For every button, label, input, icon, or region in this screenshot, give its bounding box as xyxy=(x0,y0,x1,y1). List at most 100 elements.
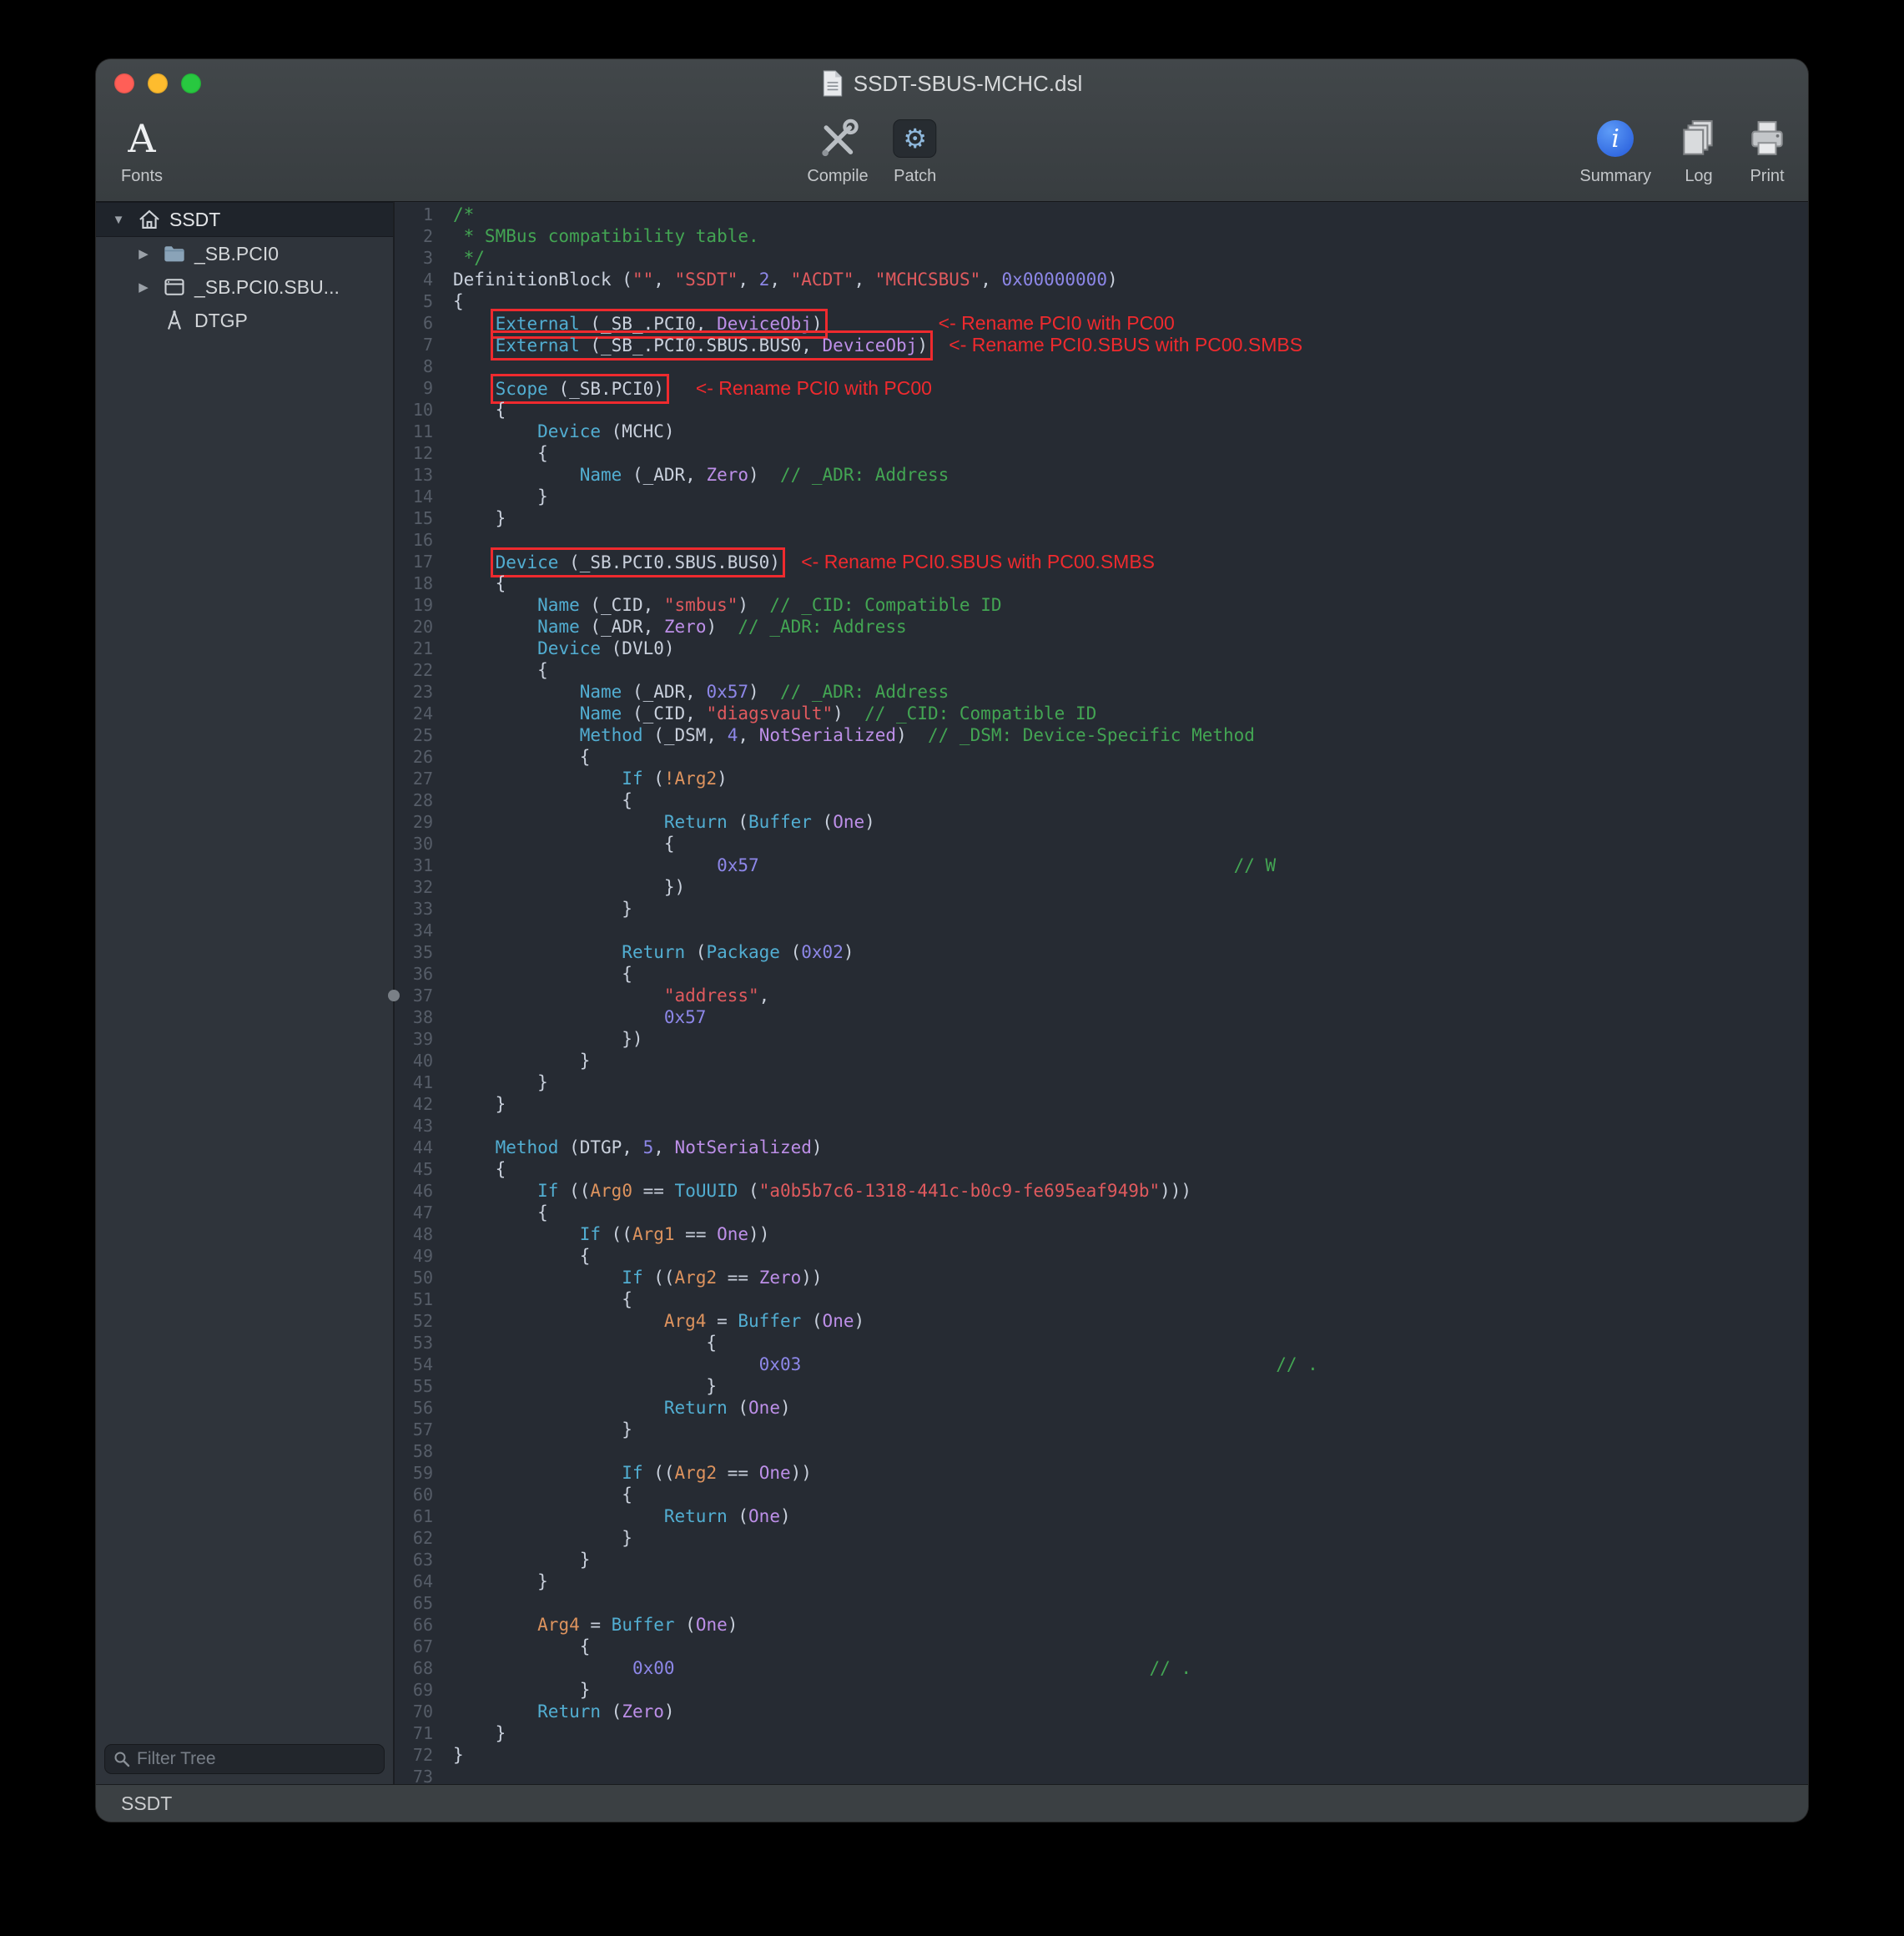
splitter-handle[interactable] xyxy=(388,990,400,1001)
code-line[interactable]: 7 External (_SB_.PCI0.SBUS.BUS0, DeviceO… xyxy=(395,334,1808,355)
code-line[interactable]: 8 xyxy=(395,355,1808,377)
code-line[interactable]: 42 } xyxy=(395,1093,1808,1115)
code-line[interactable]: 44 Method (DTGP, 5, NotSerialized) xyxy=(395,1137,1808,1158)
patch-button[interactable]: ⚙ Patch xyxy=(894,114,937,186)
code-line[interactable]: 1/* xyxy=(395,204,1808,225)
code-line[interactable]: 18 { xyxy=(395,572,1808,594)
code-line[interactable]: 70 Return (Zero) xyxy=(395,1701,1808,1722)
code-line[interactable]: 60 { xyxy=(395,1484,1808,1505)
code-line[interactable]: 4DefinitionBlock ("", "SSDT", 2, "ACDT",… xyxy=(395,269,1808,290)
code-line[interactable]: 14 } xyxy=(395,486,1808,507)
code-token: (_CID, xyxy=(580,595,664,615)
code-line[interactable]: 5{ xyxy=(395,290,1808,312)
code-line[interactable]: 10 { xyxy=(395,399,1808,421)
titlebar[interactable]: SSDT-SBUS-MCHC.dsl xyxy=(96,59,1808,108)
code-line[interactable]: 50 If ((Arg2 == Zero)) xyxy=(395,1267,1808,1288)
code-line[interactable]: 49 { xyxy=(395,1245,1808,1267)
code-text: { xyxy=(443,1202,548,1223)
sidebar-item-sb-pci0-sbu[interactable]: ▶_SB.PCI0.SBU... xyxy=(96,270,393,304)
code-line[interactable]: 43 xyxy=(395,1115,1808,1137)
code-line[interactable]: 2 * SMBus compatibility table. xyxy=(395,225,1808,247)
code-line[interactable]: 19 Name (_CID, "smbus") // _CID: Compati… xyxy=(395,594,1808,616)
code-line[interactable]: 66 Arg4 = Buffer (One) xyxy=(395,1614,1808,1636)
line-number: 61 xyxy=(395,1505,443,1527)
code-line[interactable]: 56 Return (One) xyxy=(395,1397,1808,1419)
sidebar-item-ssdt[interactable]: ▼SSDT xyxy=(96,202,393,237)
code-line[interactable]: 12 { xyxy=(395,442,1808,464)
code-line[interactable]: 72} xyxy=(395,1744,1808,1766)
code-line[interactable]: 32 }) xyxy=(395,876,1808,898)
code-token: Device xyxy=(537,638,601,658)
code-line[interactable]: 67 { xyxy=(395,1636,1808,1657)
code-line[interactable]: 22 { xyxy=(395,659,1808,681)
code-line[interactable]: 25 Method (_DSM, 4, NotSerialized) // _D… xyxy=(395,724,1808,746)
code-line[interactable]: 31 0x57 // W xyxy=(395,855,1808,876)
code-line[interactable]: 39 }) xyxy=(395,1028,1808,1050)
code-line[interactable]: 37 "address", xyxy=(395,985,1808,1006)
code-line[interactable]: 69 } xyxy=(395,1679,1808,1701)
sidebar-item-dtgp[interactable]: DTGP xyxy=(96,304,393,337)
code-line[interactable]: 30 { xyxy=(395,833,1808,855)
code-line[interactable]: 63 } xyxy=(395,1549,1808,1570)
code-line[interactable]: 52 Arg4 = Buffer (One) xyxy=(395,1310,1808,1332)
code-line[interactable]: 16 xyxy=(395,529,1808,551)
code-line[interactable]: 55 } xyxy=(395,1375,1808,1397)
compile-button[interactable]: Compile xyxy=(807,114,868,186)
code-line[interactable]: 35 Return (Package (0x02) xyxy=(395,941,1808,963)
code-line[interactable]: 27 If (!Arg2) xyxy=(395,768,1808,789)
code-token: Zero xyxy=(664,617,707,637)
code-line[interactable]: 24 Name (_CID, "diagsvault") // _CID: Co… xyxy=(395,703,1808,724)
code-line[interactable]: 46 If ((Arg0 == ToUUID ("a0b5b7c6-1318-4… xyxy=(395,1180,1808,1202)
code-token: } xyxy=(453,1094,506,1114)
code-token: == xyxy=(717,1463,759,1483)
chevron-right-icon[interactable]: ▶ xyxy=(133,280,154,295)
code-line[interactable]: 13 Name (_ADR, Zero) // _ADR: Address xyxy=(395,464,1808,486)
chevron-right-icon[interactable]: ▶ xyxy=(133,246,154,261)
code-line[interactable]: 9 Scope (_SB.PCI0) <- Rename PCI0 with P… xyxy=(395,377,1808,399)
code-line[interactable]: 23 Name (_ADR, 0x57) // _ADR: Address xyxy=(395,681,1808,703)
sidebar-item-sb-pci0[interactable]: ▶_SB.PCI0 xyxy=(96,237,393,270)
code-line[interactable]: 62 } xyxy=(395,1527,1808,1549)
chevron-down-icon[interactable]: ▼ xyxy=(108,213,129,227)
code-line[interactable]: 29 Return (Buffer (One) xyxy=(395,811,1808,833)
code-line[interactable]: 53 { xyxy=(395,1332,1808,1354)
code-line[interactable]: 15 } xyxy=(395,507,1808,529)
code-line[interactable]: 20 Name (_ADR, Zero) // _ADR: Address xyxy=(395,616,1808,638)
code-line[interactable]: 21 Device (DVL0) xyxy=(395,638,1808,659)
code-line[interactable]: 17 Device (_SB.PCI0.SBUS.BUS0) <- Rename… xyxy=(395,551,1808,572)
code-line[interactable]: 6 External (_SB_.PCI0, DeviceObj) <- Ren… xyxy=(395,312,1808,334)
line-number: 11 xyxy=(395,421,443,442)
code-token: { xyxy=(453,291,464,311)
code-editor[interactable]: 1/*2 * SMBus compatibility table.3 */4De… xyxy=(395,202,1808,1784)
code-line[interactable]: 61 Return (One) xyxy=(395,1505,1808,1527)
code-line[interactable]: 65 xyxy=(395,1592,1808,1614)
code-line[interactable]: 71 } xyxy=(395,1722,1808,1744)
code-line[interactable]: 11 Device (MCHC) xyxy=(395,421,1808,442)
code-line[interactable]: 47 { xyxy=(395,1202,1808,1223)
code-line[interactable]: 41 } xyxy=(395,1071,1808,1093)
code-line[interactable]: 68 0x00 // . xyxy=(395,1657,1808,1679)
code-line[interactable]: 28 { xyxy=(395,789,1808,811)
code-token xyxy=(453,379,496,399)
code-line[interactable]: 33 } xyxy=(395,898,1808,920)
print-button[interactable]: Print xyxy=(1746,114,1788,186)
log-button[interactable]: Log xyxy=(1678,114,1720,186)
code-line[interactable]: 3 */ xyxy=(395,247,1808,269)
code-line[interactable]: 40 } xyxy=(395,1050,1808,1071)
code-line[interactable]: 57 } xyxy=(395,1419,1808,1440)
code-line[interactable]: 59 If ((Arg2 == One)) xyxy=(395,1462,1808,1484)
code-line[interactable]: 73 xyxy=(395,1766,1808,1784)
code-line[interactable]: 36 { xyxy=(395,963,1808,985)
code-line[interactable]: 54 0x03 // . xyxy=(395,1354,1808,1375)
code-line[interactable]: 48 If ((Arg1 == One)) xyxy=(395,1223,1808,1245)
summary-button[interactable]: i Summary xyxy=(1579,114,1651,186)
code-line[interactable]: 45 { xyxy=(395,1158,1808,1180)
code-line[interactable]: 34 xyxy=(395,920,1808,941)
code-line[interactable]: 26 { xyxy=(395,746,1808,768)
code-line[interactable]: 51 { xyxy=(395,1288,1808,1310)
filter-tree-input[interactable] xyxy=(104,1744,385,1774)
code-line[interactable]: 38 0x57 xyxy=(395,1006,1808,1028)
code-line[interactable]: 64 } xyxy=(395,1570,1808,1592)
code-line[interactable]: 58 xyxy=(395,1440,1808,1462)
fonts-button[interactable]: A Fonts xyxy=(121,114,163,186)
